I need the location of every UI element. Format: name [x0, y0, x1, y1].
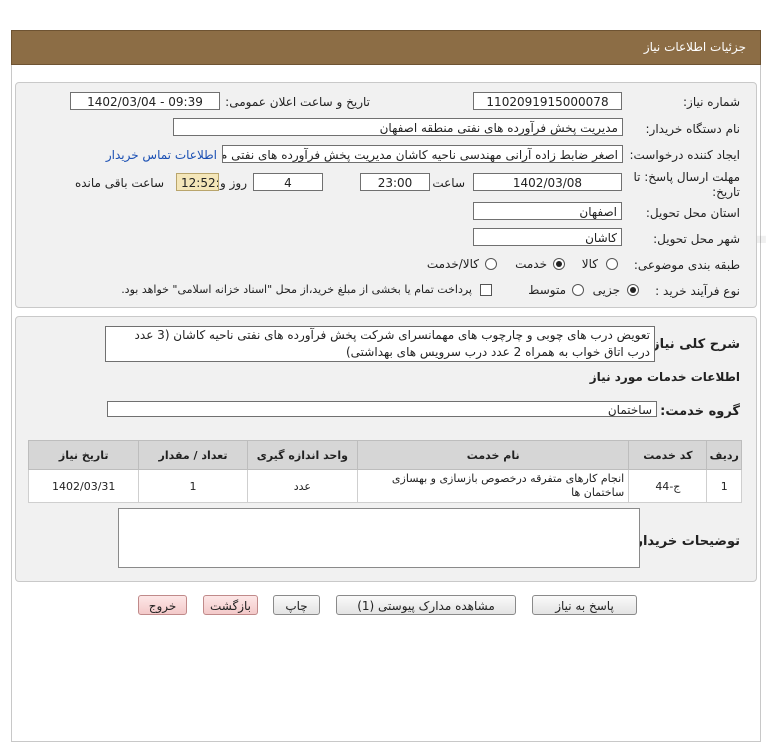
payment-note: پرداخت تمام یا بخشی از مبلغ خرید،از محل …	[121, 283, 472, 296]
purchase-radio-minor[interactable]	[627, 284, 639, 296]
col-service-name: نام خدمت	[357, 440, 630, 470]
attachments-button[interactable]: مشاهده مدارک پیوستی (1)	[336, 595, 516, 615]
need-number-label: شماره نیاز:	[683, 95, 740, 109]
buyer-org-label: نام دستگاه خریدار:	[645, 122, 741, 136]
days-label: روز و	[220, 176, 247, 190]
reply-button[interactable]: پاسخ به نیاز	[532, 595, 637, 615]
category-label: طبقه بندی موضوعی:	[633, 258, 740, 272]
description-box: تعویض درب های چوبی و چارچوب های مهمانسرا…	[105, 326, 655, 362]
service-group-field: ساختمان	[107, 401, 657, 417]
category-radio-goods-service[interactable]	[485, 258, 497, 270]
days-field: 4	[253, 173, 323, 191]
need-info-panel	[15, 82, 757, 308]
need-number-field: 1102091915000078	[473, 92, 622, 110]
cell-quantity: 1	[138, 469, 248, 503]
purchase-radio-medium[interactable]	[572, 284, 584, 296]
remaining-label: ساعت باقی مانده	[74, 176, 164, 190]
treasury-payment-checkbox[interactable]	[480, 284, 492, 296]
deadline-time-field: 23:00	[360, 173, 430, 191]
purchase-option-medium: متوسط	[528, 283, 566, 297]
deadline-label-1: مهلت ارسال پاسخ: تا	[633, 170, 740, 184]
buyer-notes-box	[118, 508, 640, 568]
service-group-label: گروه خدمت:	[660, 404, 740, 419]
requester-field: اصغر ضابط زاده آرانی مهندسی ناحیه کاشان …	[222, 145, 623, 163]
col-quantity: تعداد / مقدار	[138, 440, 248, 470]
buyer-org-field: مدیریت پخش فرآورده های نفتی منطقه اصفهان	[173, 118, 623, 136]
description-label: شرح کلی نیاز:	[646, 337, 740, 352]
services-section-title: اطلاعات خدمات مورد نیاز	[589, 370, 740, 384]
cell-row-number: 1	[706, 469, 742, 503]
province-label: استان محل تحویل:	[645, 206, 740, 220]
category-option-service: خدمت	[515, 257, 547, 271]
col-service-code: کد خدمت	[628, 440, 708, 470]
buyer-notes-label: توضیحات خریدار:	[630, 534, 740, 549]
purchase-type-label: نوع فرآیند خرید :	[655, 284, 740, 298]
back-button[interactable]: بازگشت	[203, 595, 258, 615]
table-row: 1 ج-44 انجام کارهای متفرقه درخصوص بازساز…	[27, 469, 742, 503]
page-header: جزئیات اطلاعات نیاز	[11, 30, 761, 65]
deadline-date-field: 1402/03/08	[473, 173, 622, 191]
col-unit: واحد اندازه گیری	[246, 440, 359, 470]
time-label: ساعت	[432, 176, 465, 190]
category-option-goods-service: کالا/خدمت	[426, 257, 479, 271]
purchase-option-minor: جزیی	[592, 283, 620, 297]
category-radio-goods[interactable]	[606, 258, 618, 270]
col-row-number: ردیف	[706, 440, 742, 470]
cell-service-code: ج-44	[628, 469, 708, 503]
category-radio-service[interactable]	[553, 258, 565, 270]
city-field: کاشان	[473, 228, 622, 246]
announce-label: تاریخ و ساعت اعلان عمومی:	[225, 95, 370, 109]
deadline-label-2: تاریخ:	[712, 185, 740, 199]
announce-field: 1402/03/04 - 09:39	[70, 92, 220, 110]
contact-buyer-link[interactable]: اطلاعات تماس خریدار	[106, 148, 217, 162]
remaining-timer: 12:52:09	[176, 173, 219, 191]
requester-label: ایجاد کننده درخواست:	[629, 148, 740, 162]
services-table: ردیف کد خدمت نام خدمت واحد اندازه گیری ت…	[27, 440, 742, 503]
page-title: جزئیات اطلاعات نیاز	[643, 40, 746, 54]
print-button[interactable]: چاپ	[273, 595, 320, 615]
table-header-row: ردیف کد خدمت نام خدمت واحد اندازه گیری ت…	[27, 440, 742, 470]
exit-button[interactable]: خروج	[138, 595, 187, 615]
category-option-goods: کالا	[581, 257, 598, 271]
city-label: شهر محل تحویل:	[653, 232, 740, 246]
cell-service-name: انجام کارهای متفرقه درخصوص بازسازی و بهس…	[357, 469, 630, 503]
cell-need-date: 1402/03/31	[27, 469, 140, 503]
cell-unit: عدد	[246, 469, 359, 503]
province-field: اصفهان	[473, 202, 622, 220]
col-need-date: تاریخ نیاز	[27, 440, 140, 470]
